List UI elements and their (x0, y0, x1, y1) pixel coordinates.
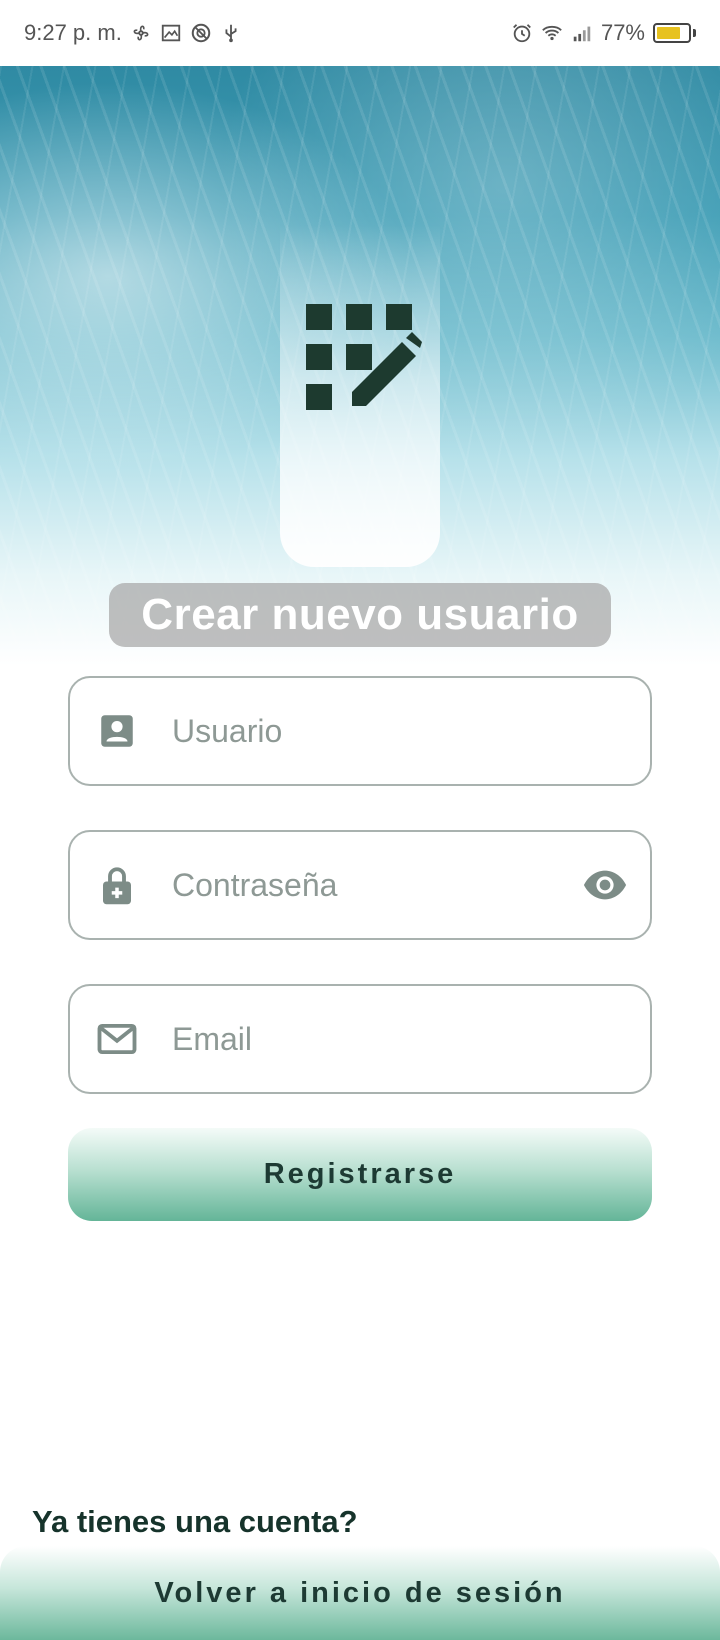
page-title: Crear nuevo usuario (141, 590, 579, 639)
grid-edit-icon (306, 304, 422, 410)
username-input[interactable] (172, 701, 560, 761)
back-to-login-button[interactable]: Volver a inicio de sesión (0, 1546, 720, 1640)
email-input[interactable] (172, 1009, 560, 1069)
vpn-icon (191, 23, 211, 43)
register-button-label: Registrarse (263, 1158, 457, 1190)
back-to-login-label: Volver a inicio de sesión (154, 1576, 566, 1609)
account-box-icon (101, 715, 133, 747)
have-account-text: Ya tienes una cuenta? (32, 1504, 358, 1539)
mail-icon (97, 1023, 137, 1055)
password-field[interactable] (68, 830, 652, 940)
password-input[interactable] (172, 855, 560, 915)
register-button[interactable]: Registrarse (68, 1128, 652, 1221)
status-bar: 9:27 p. m. 77% (0, 0, 720, 66)
email-field[interactable] (68, 984, 652, 1094)
status-left: 9:27 p. m. (24, 20, 242, 46)
wifi-icon (542, 25, 562, 41)
battery-icon (653, 23, 696, 43)
username-field[interactable] (68, 676, 652, 786)
battery-percent: 77% (600, 20, 645, 45)
signal-icon (573, 26, 591, 42)
eye-icon[interactable] (582, 862, 628, 908)
gallery-icon (161, 24, 181, 42)
alarm-icon (513, 24, 531, 43)
status-time: 9:27 p. m. (24, 20, 122, 45)
fan-icon (133, 25, 149, 41)
page-title-pill: Crear nuevo usuario (109, 583, 611, 647)
status-right: 77% (511, 20, 696, 46)
usb-icon (225, 24, 237, 43)
lock-plus-icon (103, 867, 131, 905)
